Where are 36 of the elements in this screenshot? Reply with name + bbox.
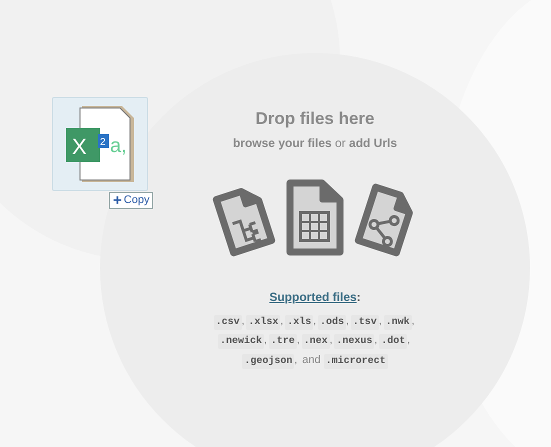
separator-comma: , [264,334,267,348]
separator-comma: , [407,334,410,348]
file-extension: .dot [379,334,408,348]
file-extension: .nwk [384,314,412,330]
browse-files-link[interactable]: browse your files [232,136,332,150]
separator-comma: , [330,334,332,348]
drop-instructions: browse your files or add Urls [232,134,398,152]
file-extension: .tsv [350,314,379,330]
file-extension: .ods [318,314,346,330]
separator-comma: , [242,314,244,328]
add-urls-link[interactable]: add Urls [349,136,398,150]
file-extension: .geojson [242,354,294,368]
file-extension: .tre [268,334,297,348]
file-extension: .nex [302,334,330,348]
file-extension: .xls [285,314,314,330]
plus-icon: + [113,193,122,208]
separator-comma: , [412,314,414,328]
separator-comma: , [280,314,284,328]
supported-files-link[interactable]: Supported files [269,288,357,306]
separator-comma: , [346,314,349,328]
file-extension: .nexus [334,334,374,348]
file-extension: .xlsx [246,314,280,330]
colon-text: : [356,288,361,306]
separator-comma: , [296,334,300,348]
separator-comma: , [294,354,298,368]
drop-zone-background[interactable] [100,53,530,447]
separator-comma: , [374,334,378,348]
copy-label: Copy [124,193,150,208]
drop-title: Drop files here [255,108,375,130]
conjunction-text: and [302,352,321,368]
file-extension: .csv [214,314,242,330]
separator-comma: , [313,314,316,328]
spreadsheet-file-icon [284,178,346,258]
separator-comma: , [378,314,382,328]
file-extension: .microrect [324,354,388,368]
file-extension: .newick [218,334,264,348]
